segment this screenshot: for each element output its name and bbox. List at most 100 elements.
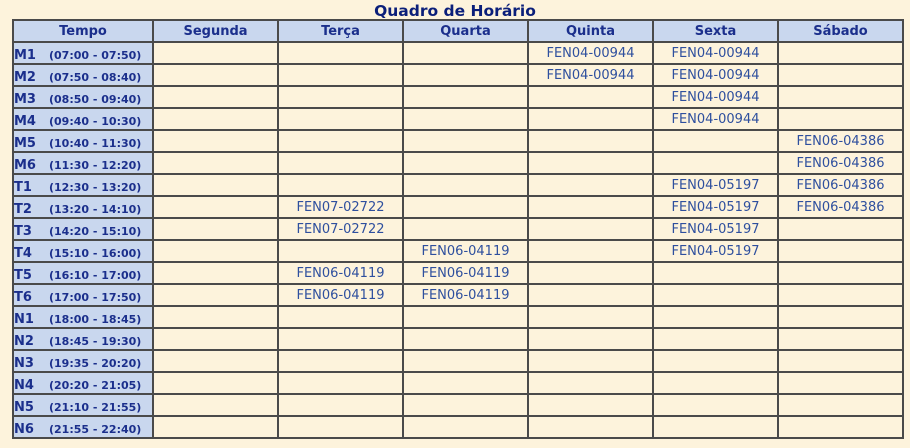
table-row: T2 (13:20 - 14:10) FEN07-02722 FEN04-05197 F… bbox=[12, 195, 904, 219]
schedule-cell bbox=[527, 393, 654, 417]
schedule-cell bbox=[527, 85, 654, 109]
table-row: T3 (14:20 - 15:10) FEN07-02722 FEN04-05197 bbox=[12, 217, 904, 241]
schedule-cell bbox=[152, 63, 279, 87]
schedule-cell bbox=[777, 327, 904, 351]
time-slot-range: (09:40 - 10:30) bbox=[49, 114, 142, 128]
time-slot-cell: T6 (17:00 - 17:50) bbox=[12, 283, 154, 307]
schedule-cell bbox=[402, 107, 529, 131]
schedule-cell: FEN06-04119 bbox=[402, 261, 529, 285]
schedule-cell: FEN07-02722 bbox=[277, 195, 404, 219]
schedule-cell bbox=[402, 173, 529, 197]
schedule-cell bbox=[277, 173, 404, 197]
schedule-cell bbox=[402, 305, 529, 329]
column-header-quarta: Quarta bbox=[402, 19, 529, 43]
table-row: T4 (15:10 - 16:00) FEN06-04119 FEN04-05197 bbox=[12, 239, 904, 263]
schedule-cell bbox=[402, 371, 529, 395]
schedule-cell: FEN04-05197 bbox=[652, 173, 779, 197]
schedule-cell bbox=[652, 283, 779, 307]
schedule-cell: FEN04-00944 bbox=[652, 63, 779, 87]
time-slot-cell: T1 (12:30 - 13:20) bbox=[12, 173, 154, 197]
time-slot-code: N2 bbox=[14, 333, 34, 349]
schedule-cell bbox=[777, 107, 904, 131]
schedule-cell bbox=[277, 151, 404, 175]
time-slot-range: (12:30 - 13:20) bbox=[49, 180, 142, 194]
time-slot-range: (21:55 - 22:40) bbox=[49, 422, 142, 436]
time-slot-code: T2 bbox=[14, 201, 32, 217]
time-slot-code: M6 bbox=[14, 157, 36, 173]
time-slot-cell: M3 (08:50 - 09:40) bbox=[12, 85, 154, 109]
time-slot-code: N4 bbox=[14, 377, 34, 393]
table-row: M5 (10:40 - 11:30) FEN06-04386 bbox=[12, 129, 904, 153]
column-header-sabado: Sábado bbox=[777, 19, 904, 43]
time-slot-code: T1 bbox=[14, 179, 32, 195]
schedule-cell bbox=[527, 107, 654, 131]
time-slot-code: T3 bbox=[14, 223, 32, 239]
table-row: T5 (16:10 - 17:00) FEN06-04119 FEN06-04119 bbox=[12, 261, 904, 285]
time-slot-range: (07:00 - 07:50) bbox=[49, 48, 142, 62]
schedule-cell bbox=[652, 393, 779, 417]
time-slot-range: (15:10 - 16:00) bbox=[49, 246, 142, 260]
schedule-cell bbox=[777, 305, 904, 329]
schedule-cell bbox=[652, 349, 779, 373]
schedule-cell bbox=[777, 349, 904, 373]
schedule-cell bbox=[277, 129, 404, 153]
page-title: Quadro de Horário bbox=[374, 2, 536, 20]
time-slot-cell: T3 (14:20 - 15:10) bbox=[12, 217, 154, 241]
schedule-cell: FEN04-05197 bbox=[652, 217, 779, 241]
time-slot-cell: T4 (15:10 - 16:00) bbox=[12, 239, 154, 263]
schedule-cell bbox=[527, 415, 654, 439]
schedule-cell bbox=[777, 261, 904, 285]
schedule-cell: FEN06-04386 bbox=[777, 151, 904, 175]
schedule-cell bbox=[152, 283, 279, 307]
schedule-cell bbox=[152, 217, 279, 241]
time-slot-cell: M5 (10:40 - 11:30) bbox=[12, 129, 154, 153]
schedule-cell bbox=[652, 305, 779, 329]
schedule-cell bbox=[152, 151, 279, 175]
schedule-cell bbox=[527, 371, 654, 395]
schedule-cell bbox=[277, 327, 404, 351]
schedule-cell: FEN04-00944 bbox=[527, 63, 654, 87]
schedule-cell bbox=[652, 151, 779, 175]
time-slot-cell: N4 (20:20 - 21:05) bbox=[12, 371, 154, 395]
schedule-cell bbox=[777, 239, 904, 263]
time-slot-cell: M6 (11:30 - 12:20) bbox=[12, 151, 154, 175]
schedule-cell: FEN06-04119 bbox=[402, 283, 529, 307]
time-slot-range: (21:10 - 21:55) bbox=[49, 400, 142, 414]
time-slot-range: (08:50 - 09:40) bbox=[49, 92, 142, 106]
time-slot-range: (18:00 - 18:45) bbox=[49, 312, 142, 326]
time-slot-range: (18:45 - 19:30) bbox=[49, 334, 142, 348]
schedule-cell bbox=[527, 217, 654, 241]
time-slot-range: (20:20 - 21:05) bbox=[49, 378, 142, 392]
time-slot-range: (10:40 - 11:30) bbox=[49, 136, 142, 150]
schedule-cell bbox=[152, 195, 279, 219]
time-slot-cell: T5 (16:10 - 17:00) bbox=[12, 261, 154, 285]
schedule-cell bbox=[652, 129, 779, 153]
time-slot-range: (07:50 - 08:40) bbox=[49, 70, 142, 84]
schedule-cell bbox=[527, 195, 654, 219]
schedule-cell bbox=[152, 129, 279, 153]
schedule-cell bbox=[152, 107, 279, 131]
schedule-cell: FEN04-05197 bbox=[652, 239, 779, 263]
time-slot-cell: M1 (07:00 - 07:50) bbox=[12, 41, 154, 65]
column-header-terca: Terça bbox=[277, 19, 404, 43]
table-row: N2 (18:45 - 19:30) bbox=[12, 327, 904, 351]
table-row: N3 (19:35 - 20:20) bbox=[12, 349, 904, 373]
schedule-cell bbox=[152, 239, 279, 263]
schedule-cell bbox=[277, 305, 404, 329]
schedule-cell bbox=[652, 327, 779, 351]
table-row: M1 (07:00 - 07:50) FEN04-00944 FEN04-00944 bbox=[12, 41, 904, 65]
table-row: N6 (21:55 - 22:40) bbox=[12, 415, 904, 439]
time-slot-code: N5 bbox=[14, 399, 34, 415]
schedule-cell bbox=[152, 41, 279, 65]
time-slot-code: M2 bbox=[14, 69, 36, 85]
schedule-cell bbox=[277, 371, 404, 395]
schedule-cell bbox=[402, 327, 529, 351]
time-slot-range: (19:35 - 20:20) bbox=[49, 356, 142, 370]
schedule-cell bbox=[152, 415, 279, 439]
table-row: N1 (18:00 - 18:45) bbox=[12, 305, 904, 329]
time-slot-cell: N1 (18:00 - 18:45) bbox=[12, 305, 154, 329]
schedule-cell bbox=[777, 217, 904, 241]
schedule-cell bbox=[527, 261, 654, 285]
schedule-cell bbox=[527, 327, 654, 351]
schedule-cell bbox=[152, 173, 279, 197]
